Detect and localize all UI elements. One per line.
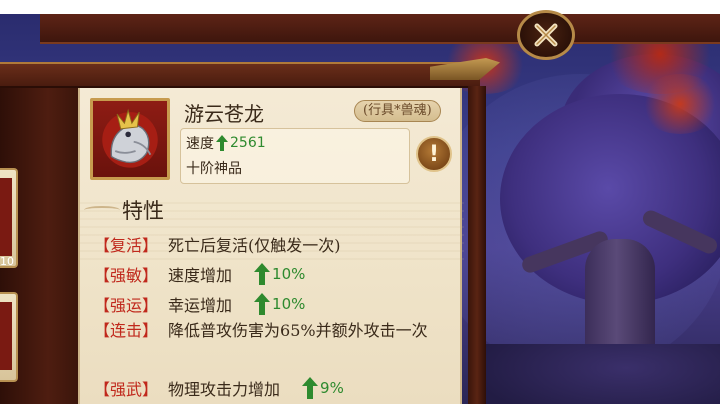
side-item-card[interactable] — [0, 292, 18, 382]
trait-text: 速度增加 — [168, 266, 233, 285]
close-x-icon — [534, 23, 558, 47]
side-item-card[interactable]: 10 — [0, 168, 18, 268]
trait-row: 【强敏】 速度增加 10% — [94, 262, 305, 286]
info-button[interactable]: ! — [416, 136, 452, 172]
item-name: 游云苍龙 — [184, 102, 264, 126]
trait-tag: 【强敏】 — [94, 266, 159, 285]
trait-row: 【强武】 物理攻击力增加 9% — [94, 376, 344, 400]
green-up-arrow-icon — [254, 263, 271, 285]
item-grade: 十阶神品 — [186, 161, 242, 177]
trait-percent: 9% — [320, 379, 344, 397]
trait-percent: 10% — [272, 295, 306, 313]
green-up-arrow-icon — [302, 377, 319, 399]
trait-row: 【强运】 幸运增加 10% — [94, 292, 305, 316]
speed-stat: 速度 2561 — [186, 133, 266, 153]
trait-text: 死亡后复活(仅触发一次) — [168, 236, 341, 255]
trait-percent: 10% — [272, 265, 306, 283]
green-up-arrow-icon — [254, 293, 271, 315]
trait-tag: 【连击】 — [94, 321, 159, 340]
frame-beam — [0, 62, 480, 88]
traits-section-title: 特性 — [122, 199, 164, 223]
trait-text: 物理攻击力增加 — [168, 380, 281, 399]
close-button[interactable] — [517, 10, 575, 60]
trait-text: 幸运增加 — [168, 296, 233, 315]
speed-label: 速度 — [186, 136, 214, 152]
trait-text: 降低普攻伤害为65%并额外攻击一次 — [168, 321, 428, 340]
trait-tag: 【复活】 — [94, 236, 159, 255]
side-item-count: 10 — [0, 255, 14, 268]
top-wooden-beam — [40, 14, 720, 44]
trait-row: 【连击】 降低普攻伤害为65%并额外攻击一次 — [94, 318, 434, 344]
trait-row: 【复活】 死亡后复活(仅触发一次) — [94, 232, 341, 256]
speed-value: 2561 — [230, 135, 266, 151]
green-up-arrow-icon — [216, 135, 228, 151]
trait-tag: 【强武】 — [94, 380, 159, 399]
section-decoration — [84, 206, 120, 214]
top-white-strip — [0, 0, 720, 14]
right-wooden-post — [468, 86, 486, 404]
trait-tag: 【强运】 — [94, 296, 159, 315]
item-portrait — [90, 98, 170, 180]
exclamation-icon: ! — [428, 141, 440, 167]
item-type-badge: (行具*兽魂) — [354, 100, 441, 122]
silver-dragon-icon — [102, 108, 158, 168]
